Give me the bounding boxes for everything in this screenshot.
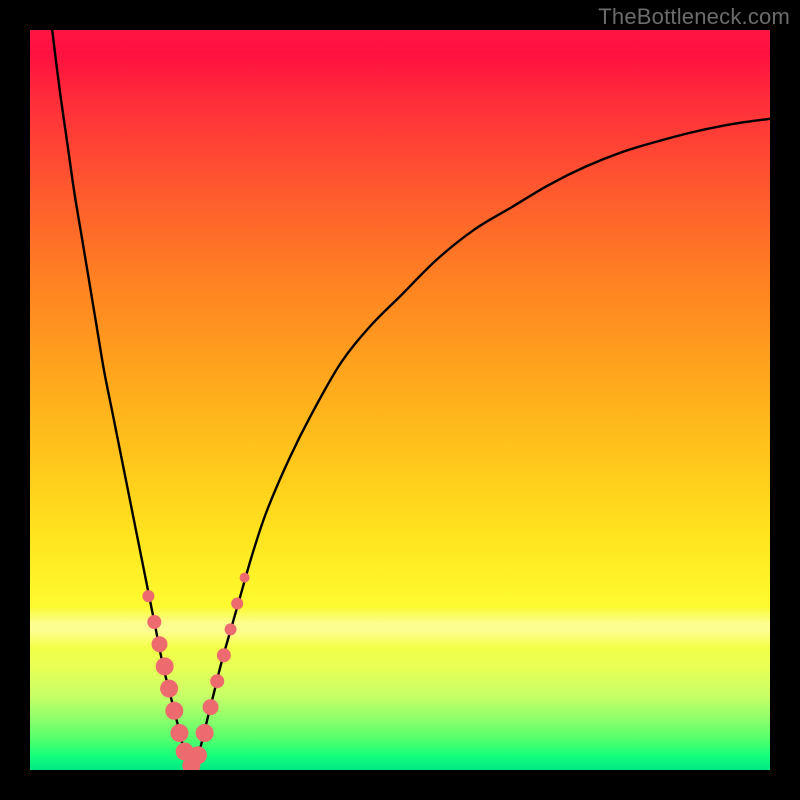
- marker-dot: [217, 648, 231, 662]
- marker-dot: [225, 623, 237, 635]
- marker-dot: [165, 702, 183, 720]
- marker-dot: [240, 573, 250, 583]
- marker-dot: [152, 636, 168, 652]
- left-branch-line: [52, 30, 191, 770]
- curve-layer: [30, 30, 770, 770]
- plot-area: [30, 30, 770, 770]
- marker-dot: [156, 657, 174, 675]
- marker-dot: [196, 724, 214, 742]
- right-branch-line: [191, 119, 770, 770]
- marker-dot: [170, 724, 188, 742]
- watermark-text: TheBottleneck.com: [598, 4, 790, 30]
- marker-dot: [231, 598, 243, 610]
- marker-dot: [142, 590, 154, 602]
- marker-dot: [189, 746, 207, 764]
- marker-dot: [147, 615, 161, 629]
- chart-frame: TheBottleneck.com: [0, 0, 800, 800]
- marker-dot: [203, 699, 219, 715]
- marker-group: [142, 573, 249, 770]
- marker-dot: [160, 680, 178, 698]
- marker-dot: [210, 674, 224, 688]
